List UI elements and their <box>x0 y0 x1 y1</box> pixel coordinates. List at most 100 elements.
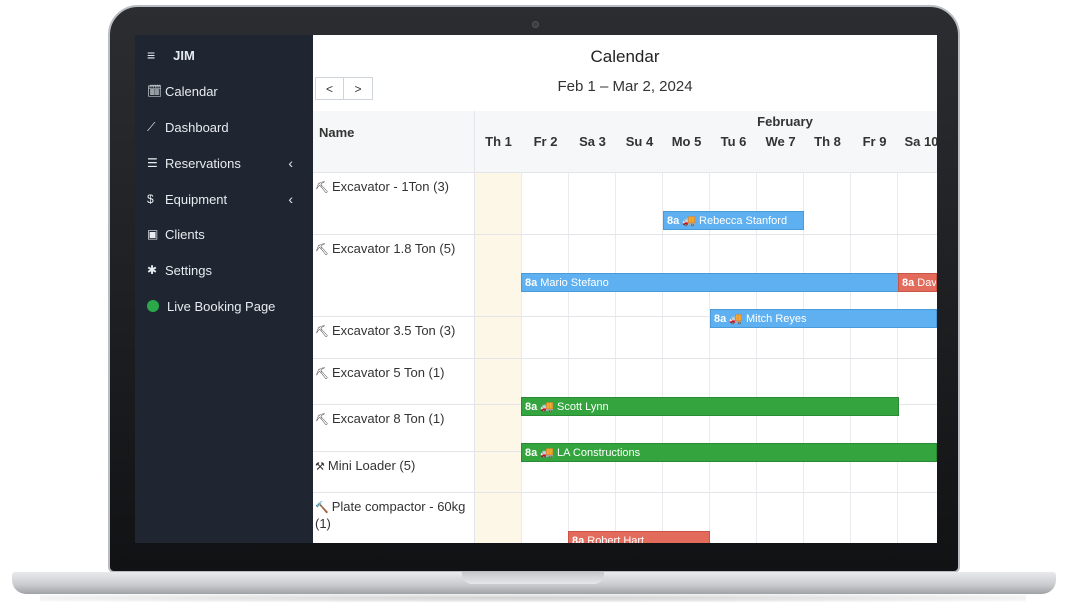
list-check-icon: ☰ <box>147 156 158 170</box>
resource-label: Mini Loader (5) <box>327 458 416 473</box>
sidebar-item-label: Dashboard <box>165 119 229 135</box>
event-time: 8a <box>902 277 915 289</box>
sidebar-item-clients[interactable]: ▣ Clients <box>147 224 307 244</box>
day-header: Mo 5 <box>671 134 702 149</box>
event-label: Robert Hart <box>587 535 645 543</box>
sidebar-item-reservations[interactable]: ☰ Reservations ‹ <box>147 153 307 173</box>
id-card-icon: ▣ <box>147 227 159 241</box>
loader-icon: ⚒ <box>315 461 325 473</box>
sidebar-item-label: Clients <box>165 226 205 242</box>
excavator-icon: ⛏ <box>315 414 329 426</box>
brand-name: JIM <box>173 47 195 63</box>
resource-label: Excavator 8 Ton (1) <box>331 411 445 426</box>
day-header: Th 1 <box>485 134 512 149</box>
event-label: Mario Stefano <box>540 277 609 289</box>
sidebar-item-label: Reservations <box>165 155 241 171</box>
scheduler-grid: Name February Th 1 Fr 2 Sa 3 Su 4 Mo 5 T… <box>313 111 937 543</box>
booking-event[interactable]: 8a 🚚 LA Constructions <box>521 443 937 462</box>
event-label: Dav <box>917 277 937 289</box>
resource-name: ⚒ Mini Loader (5) <box>315 458 470 475</box>
chart-line-icon: ⟋ <box>147 119 156 134</box>
event-time: 8a <box>525 447 538 459</box>
dollar-icon: $ <box>147 192 154 206</box>
truck-icon: 🚚 <box>540 401 554 413</box>
days-header: February Th 1 Fr 2 Sa 3 Su 4 Mo 5 Tu 6 W… <box>474 111 937 173</box>
date-nav: < > <box>315 77 373 100</box>
resource-header: Name <box>313 111 474 173</box>
booking-event[interactable]: 8a 🚚 Rebecca Stanford <box>663 211 804 230</box>
resource-name: ⛏ Excavator - 1Ton (3) <box>315 179 470 196</box>
event-label: LA Constructions <box>557 447 641 459</box>
event-time: 8a <box>667 215 680 227</box>
event-label: Scott Lynn <box>557 401 609 413</box>
event-label: Mitch Reyes <box>746 313 807 325</box>
sidebar-item-label: Equipment <box>165 191 228 207</box>
laptop-frame: ≡ JIM 🗓 Calendar ⟋ Dashboard ☰ Reservati… <box>0 0 1066 605</box>
sidebar-item-live-booking[interactable]: Live Booking Page <box>147 296 307 316</box>
resource-label: Excavator 3.5 Ton (3) <box>331 323 456 338</box>
booking-event[interactable]: 8a Robert Hart <box>568 531 710 543</box>
status-dot-icon <box>147 300 159 312</box>
sidebar-item-label: Settings <box>165 262 212 278</box>
booking-event[interactable]: 8a Mario Stefano <box>521 273 899 292</box>
camera-icon <box>532 21 539 28</box>
calendar-icon: 🗓 <box>147 84 163 98</box>
sidebar-item-label: Live Booking Page <box>167 298 276 314</box>
day-header: Sa 10 <box>904 134 938 149</box>
excavator-icon: ⛏ <box>315 326 329 338</box>
chevron-left-icon: ‹ <box>288 191 293 207</box>
sidebar-item-label: Calendar <box>165 83 218 99</box>
excavator-icon: ⛏ <box>315 368 329 380</box>
page-title: Calendar <box>590 47 660 66</box>
chevron-left-icon: ‹ <box>288 155 293 171</box>
day-header: We 7 <box>765 134 796 149</box>
day-header: Fr 2 <box>533 134 558 149</box>
day-header: Su 4 <box>625 134 654 149</box>
resource-name: ⛏ Excavator 5 Ton (1) <box>315 365 470 382</box>
compactor-icon: 🔨 <box>315 502 329 514</box>
next-button[interactable]: > <box>344 77 373 100</box>
event-time: 8a <box>525 277 538 289</box>
app-screen: ≡ JIM 🗓 Calendar ⟋ Dashboard ☰ Reservati… <box>135 35 937 543</box>
resource-name: 🔨 Plate compactor - 60kg (1) <box>315 499 470 532</box>
truck-icon: 🚚 <box>540 447 554 459</box>
excavator-icon: ⛏ <box>315 182 329 194</box>
resource-label: Excavator 1.8 Ton (5) <box>331 241 456 256</box>
laptop-notch <box>462 572 604 584</box>
excavator-icon: ⛏ <box>315 244 329 256</box>
sidebar-item-settings[interactable]: ✱ Settings <box>147 260 307 280</box>
month-label: February <box>757 114 813 129</box>
date-range: Feb 1 – Mar 2, 2024 <box>557 78 693 95</box>
resource-label: Excavator - 1Ton (3) <box>331 179 450 194</box>
sidebar-item-dashboard[interactable]: ⟋ Dashboard <box>147 117 307 137</box>
day-header: Fr 9 <box>862 134 887 149</box>
resource-label: Excavator 5 Ton (1) <box>331 365 445 380</box>
sidebar-item-equipment[interactable]: $ Equipment ‹ <box>147 189 307 209</box>
resource-row[interactable]: ⛏ Excavator - 1Ton (3) <box>313 173 937 235</box>
truck-icon: 🚚 <box>682 215 696 227</box>
prev-button[interactable]: < <box>315 77 344 100</box>
booking-event[interactable]: 8a 🚚 Mitch Reyes <box>710 309 937 328</box>
resource-label: Plate compactor - 60kg (1) <box>315 499 466 531</box>
hamburger-icon[interactable]: ≡ <box>147 47 155 63</box>
event-time: 8a <box>525 401 538 413</box>
event-time: 8a <box>572 535 585 543</box>
calendar-main: Calendar Feb 1 – Mar 2, 2024 < > Name Fe… <box>313 35 937 543</box>
resource-name: ⛏ Excavator 1.8 Ton (5) <box>315 241 470 258</box>
day-header: Sa 3 <box>579 134 606 149</box>
sidebar: ≡ JIM 🗓 Calendar ⟋ Dashboard ☰ Reservati… <box>135 35 313 543</box>
event-time: 8a <box>714 313 727 325</box>
laptop-shadow <box>40 594 1026 602</box>
truck-icon: 🚚 <box>729 313 743 325</box>
booking-event[interactable]: 8a Dav <box>898 273 937 292</box>
booking-event[interactable]: 8a 🚚 Scott Lynn <box>521 397 899 416</box>
resource-name: ⛏ Excavator 8 Ton (1) <box>315 411 470 428</box>
gear-icon: ✱ <box>147 263 158 277</box>
event-label: Rebecca Stanford <box>699 215 788 227</box>
name-column-header: Name <box>319 125 355 140</box>
sidebar-item-calendar[interactable]: 🗓 Calendar <box>147 81 307 101</box>
day-header: Tu 6 <box>720 134 747 149</box>
brand: ≡ JIM <box>147 47 195 63</box>
resource-name: ⛏ Excavator 3.5 Ton (3) <box>315 323 470 340</box>
day-header: Th 8 <box>814 134 841 149</box>
